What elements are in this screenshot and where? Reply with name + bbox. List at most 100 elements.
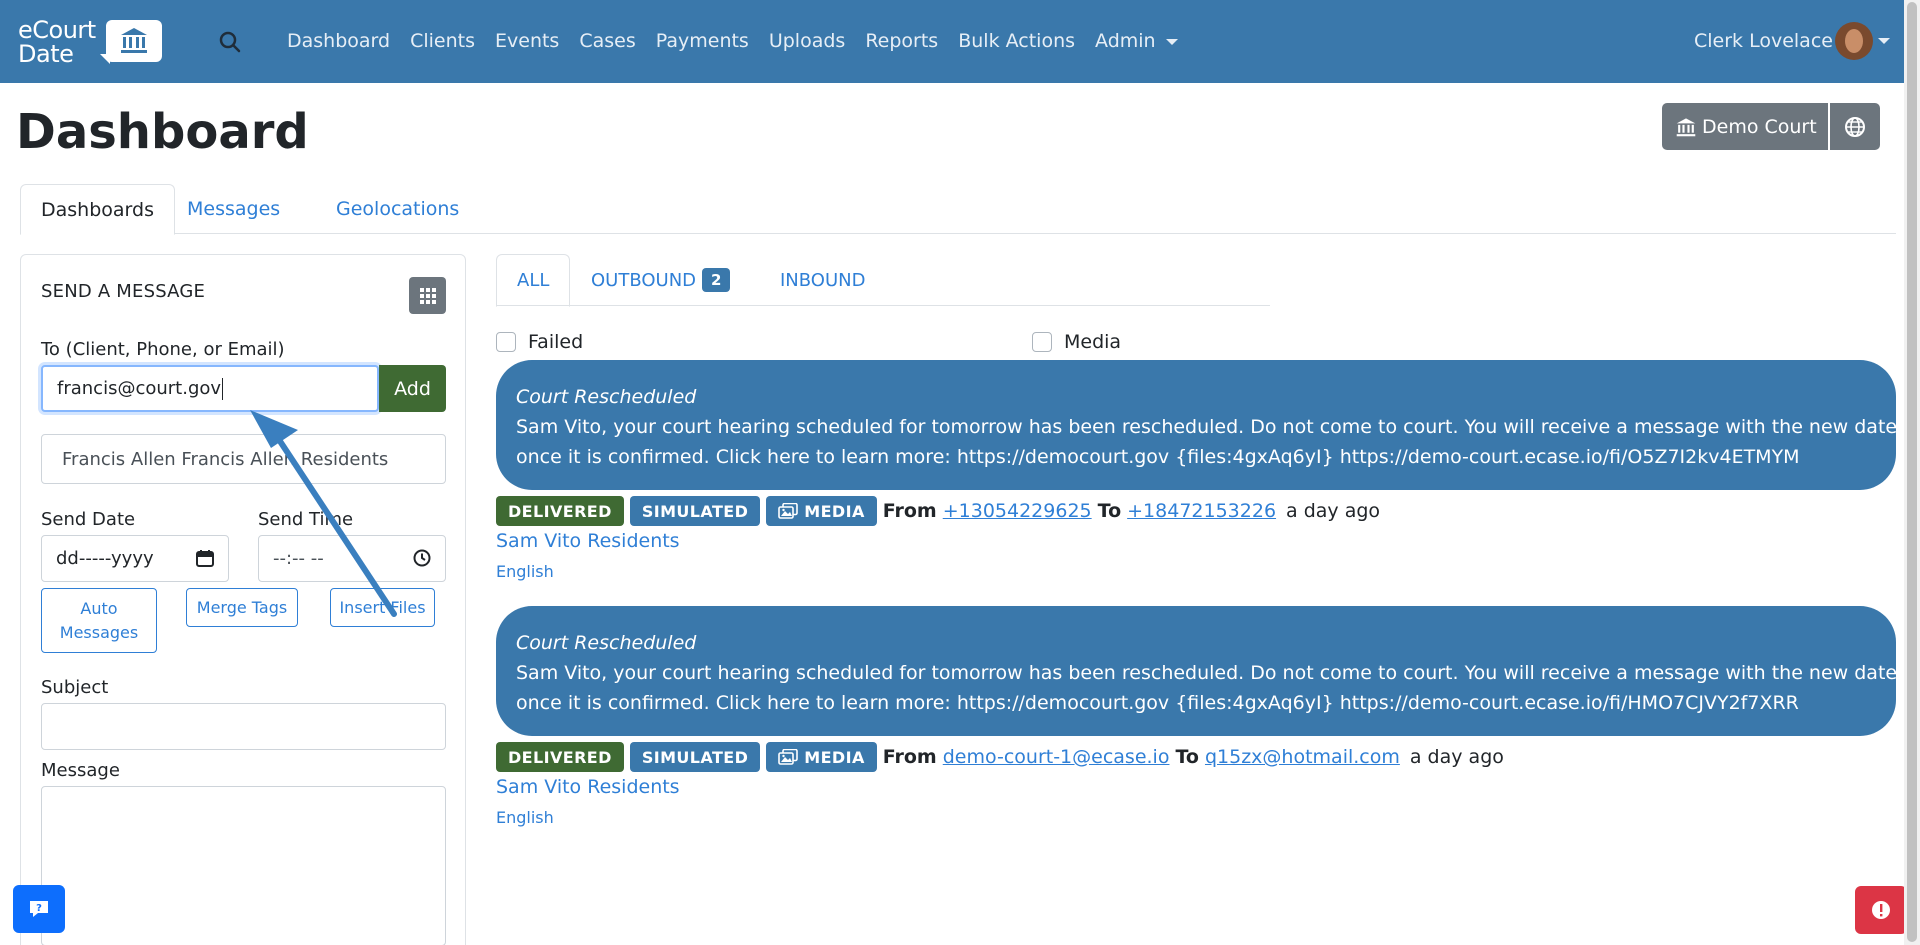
globe-button[interactable] [1830,103,1880,150]
message-body-line: Sam Vito, your court hearing scheduled f… [516,662,1920,684]
nav-reports[interactable]: Reports [865,30,938,52]
nav-clients[interactable]: Clients [410,30,475,52]
courthouse-icon [1676,117,1696,136]
demo-court-button[interactable]: Demo Court [1662,103,1828,150]
exclamation-icon [1872,901,1890,919]
to-link[interactable]: +18472153226 [1127,500,1276,522]
media-checkbox[interactable] [1032,332,1052,352]
send-time-value: --:-- -- [273,548,324,569]
send-date-label: Send Date [41,509,136,530]
alert-button[interactable] [1855,886,1907,934]
simulated-badge: SIMULATED [629,742,761,772]
tab-geolocations[interactable]: Geolocations [316,184,479,234]
to-input-value: francis@court.gov [57,378,222,399]
message-time: a day ago [1409,746,1504,768]
from-link[interactable]: demo-court-1@ecase.io [943,746,1170,768]
message-body-line: once it is confirmed. Click here to lear… [516,446,1800,468]
failed-filter[interactable]: Failed [496,331,583,353]
calendar-icon[interactable] [196,549,214,567]
merge-tags-button[interactable]: Merge Tags [186,588,298,627]
nav-uploads[interactable]: Uploads [769,30,845,52]
avatar[interactable] [1835,22,1873,60]
images-icon [778,749,799,765]
apps-grid-button[interactable] [409,277,446,314]
from-label: From [882,746,937,768]
from-link[interactable]: +13054229625 [943,500,1092,522]
tab-dashboards[interactable]: Dashboards [20,184,175,235]
globe-icon [1845,116,1865,137]
add-button[interactable]: Add [379,365,446,412]
nav-admin-dropdown[interactable]: Admin [1095,30,1178,52]
nav-links: Dashboard Clients Events Cases Payments … [287,30,1198,52]
delivered-badge: DELIVERED [496,742,624,772]
user-name[interactable]: Clerk Lovelace [1694,30,1833,52]
nav-cases[interactable]: Cases [579,30,635,52]
help-chat-button[interactable]: ? [13,885,65,933]
send-time-label: Send Time [258,509,354,530]
auto-messages-button[interactable]: Auto Messages [41,588,157,653]
send-date-value: dd-----yyyy [56,548,154,569]
message-label: Message [41,760,120,781]
message-subject: Court Rescheduled [516,386,697,408]
client-group-link[interactable]: Sam Vito Residents [496,776,680,798]
send-time-input[interactable]: --:-- -- [258,535,446,582]
simulated-badge: SIMULATED [629,496,761,526]
nav-admin-label: Admin [1095,30,1156,52]
tab-messages[interactable]: Messages [167,184,300,234]
to-input[interactable]: francis@court.gov [41,365,379,412]
recipient-suggestion[interactable]: Francis Allen Francis Allen Residents [41,434,446,484]
to-label: To [1175,746,1199,768]
nav-bulk-actions[interactable]: Bulk Actions [958,30,1075,52]
main-tabs: Dashboards Messages Geolocations [20,184,1896,235]
message-textarea[interactable] [41,786,446,945]
tab-outbound[interactable]: OUTBOUND 2 [571,254,750,306]
to-link[interactable]: q15zx@hotmail.com [1205,746,1400,768]
outbound-count-badge: 2 [702,268,731,292]
courthouse-icon [106,20,162,62]
ecourtdate-logo[interactable]: eCourt Date [18,16,162,68]
scrollbar-thumb[interactable] [1907,2,1917,942]
subject-label: Subject [41,677,109,698]
caret-down-icon [1165,38,1178,45]
media-filter[interactable]: Media [1032,331,1121,353]
svg-text:?: ? [36,903,42,914]
message-body-line: Sam Vito, your court hearing scheduled f… [516,416,1920,438]
media-badge-label: MEDIA [804,747,865,767]
grid-icon [419,287,436,304]
caret-down-icon[interactable] [1878,38,1890,44]
clock-icon[interactable] [413,549,431,567]
client-group-link[interactable]: Sam Vito Residents [496,530,680,552]
media-badge[interactable]: MEDIA [766,742,877,772]
failed-label: Failed [528,331,584,353]
subject-input[interactable] [41,703,446,750]
message-subject: Court Rescheduled [516,632,697,654]
tab-inbound[interactable]: INBOUND [760,254,885,306]
message-meta: DELIVERED SIMULATED MEDIA From demo-cour… [496,741,1504,773]
media-badge[interactable]: MEDIA [766,496,877,526]
nav-events[interactable]: Events [495,30,559,52]
logo-text: eCourt Date [18,16,96,68]
message-filter-tabs: ALL OUTBOUND 2 INBOUND [496,254,1270,307]
message-bubble[interactable]: Court Rescheduled Sam Vito, your court h… [496,360,1920,490]
tab-all[interactable]: ALL [496,254,571,307]
nav-dashboard[interactable]: Dashboard [287,30,390,52]
insert-files-button[interactable]: Insert Files [330,588,435,627]
from-label: From [882,500,937,522]
language-link[interactable]: English [496,808,554,827]
search-icon[interactable] [218,30,242,54]
page-title: Dashboard [16,104,309,160]
to-label: To [1097,500,1122,522]
failed-checkbox[interactable] [496,332,516,352]
to-label: To (Client, Phone, or Email) [41,339,285,360]
message-bubble[interactable]: Court Rescheduled Sam Vito, your court h… [496,606,1920,736]
message-time: a day ago [1286,500,1381,522]
media-badge-label: MEDIA [804,501,865,521]
images-icon [778,503,799,519]
send-date-input[interactable]: dd-----yyyy [41,535,229,582]
nav-payments[interactable]: Payments [656,30,749,52]
delivered-badge: DELIVERED [496,496,624,526]
navbar: eCourt Date Dashboard Clients Events Cas… [0,0,1920,83]
message-meta: DELIVERED SIMULATED MEDIA From +13054229… [496,495,1380,527]
language-link[interactable]: English [496,562,554,581]
demo-court-label: Demo Court [1702,115,1817,138]
